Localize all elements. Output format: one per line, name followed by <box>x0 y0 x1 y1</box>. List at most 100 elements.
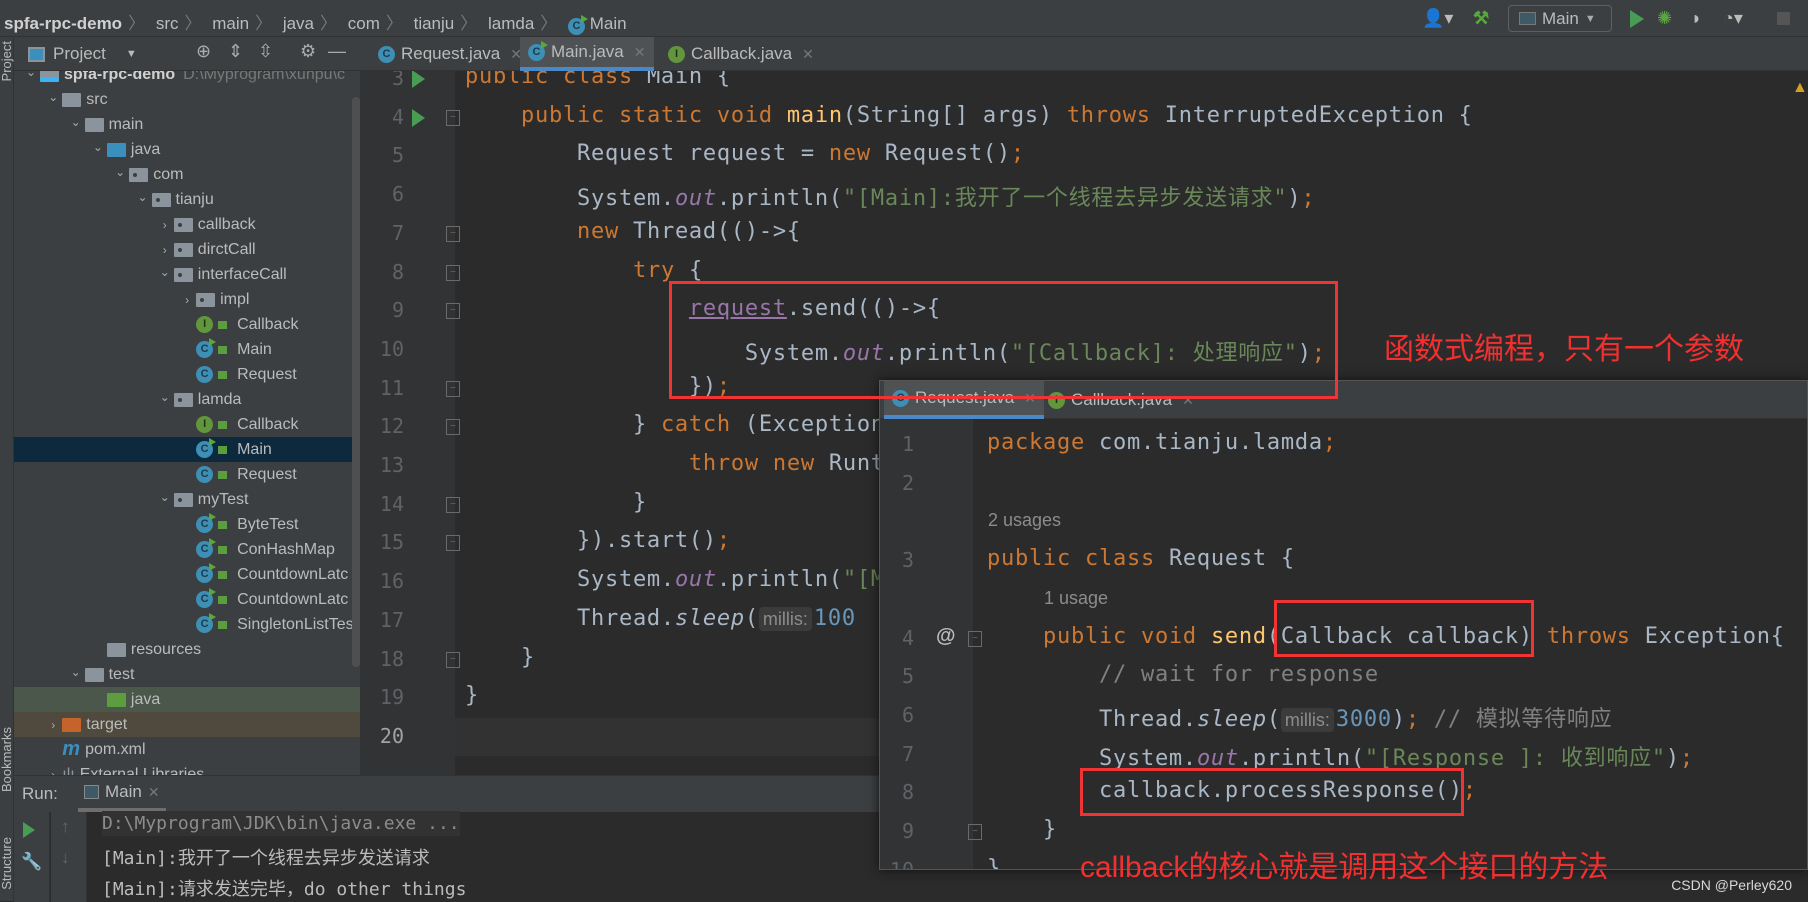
tree-item[interactable]: › dirctCall <box>14 237 360 262</box>
project-view-selector[interactable]: Project ▼ <box>28 44 137 64</box>
gear-icon[interactable]: ⚙ <box>300 41 316 62</box>
build-hammer-icon[interactable]: ⚒ <box>1473 8 1489 29</box>
fold-icon[interactable]: − <box>446 225 460 242</box>
chevron-right-icon[interactable]: › <box>156 218 174 232</box>
tree-item[interactable]: ⌄ main <box>14 112 360 137</box>
usages-hint[interactable]: 1 usage <box>1044 588 1108 609</box>
chevron-right-icon[interactable]: › <box>44 768 62 776</box>
fold-icon[interactable]: − <box>968 824 982 840</box>
editor-tab[interactable]: I Callback.java ✕ <box>660 37 822 71</box>
chevron-down-icon[interactable]: ⌄ <box>156 390 174 404</box>
chevron-right-icon[interactable]: › <box>156 243 174 257</box>
warning-icon[interactable]: ▲ <box>1792 79 1808 97</box>
tree-item[interactable]: C CountdownLatc <box>14 562 360 587</box>
tree-item[interactable]: ⌄ myTest <box>14 487 360 512</box>
tree-item[interactable]: m pom.xml <box>14 737 360 762</box>
project-scrollbar[interactable] <box>352 97 360 667</box>
tree-item[interactable]: › target <box>14 712 360 737</box>
tree-item[interactable]: ⌄ spfa-rpc-demo D:\Myprogram\xunpu\c <box>14 71 360 87</box>
breadcrumb-item[interactable]: tianju <box>414 14 455 33</box>
fold-icon[interactable]: − <box>446 496 460 513</box>
tree-item[interactable]: C Main <box>14 437 360 462</box>
close-icon[interactable]: ✕ <box>802 46 814 63</box>
fold-icon[interactable]: − <box>446 109 460 126</box>
breadcrumb-item[interactable]: src <box>156 14 179 33</box>
tree-item[interactable]: C ConHashMap <box>14 537 360 562</box>
collapse-all-icon[interactable]: ⇳ <box>258 41 273 62</box>
project-tool-button[interactable]: Project <box>0 41 14 81</box>
tree-item[interactable]: ⌄ test <box>14 662 360 687</box>
fold-icon[interactable]: − <box>446 419 460 436</box>
chevron-down-icon[interactable]: ⌄ <box>22 71 40 79</box>
fold-icon[interactable]: − <box>446 264 460 281</box>
fold-icon[interactable]: − <box>446 303 460 320</box>
run-icon[interactable] <box>1630 10 1644 28</box>
tree-item[interactable]: C SingletonListTes <box>14 612 360 637</box>
arrow-up-icon[interactable]: ↑ <box>61 817 70 837</box>
fold-icon[interactable]: − <box>446 380 460 397</box>
breadcrumb-item[interactable]: lamda <box>488 14 534 33</box>
chevron-down-icon[interactable]: ⌄ <box>111 165 129 179</box>
close-icon[interactable]: ✕ <box>148 784 160 801</box>
breadcrumb-project[interactable]: spfa-rpc-demo <box>4 14 122 33</box>
tree-item[interactable]: ⌄ java <box>14 137 360 162</box>
usages-hint[interactable]: 2 usages <box>988 510 1061 531</box>
locate-icon[interactable]: ⊕ <box>196 41 211 62</box>
fold-icon[interactable]: − <box>968 630 982 647</box>
wrench-icon[interactable]: 🔧 <box>21 852 42 872</box>
structure-tool-button[interactable]: Structure <box>0 837 14 890</box>
tree-item[interactable]: ⌄ interfaceCall <box>14 262 360 287</box>
rerun-icon[interactable] <box>23 822 35 838</box>
tree-item[interactable]: I Callback <box>14 412 360 437</box>
tree-item[interactable]: › callback <box>14 212 360 237</box>
chevron-down-icon[interactable]: ⌄ <box>44 90 62 104</box>
debug-icon[interactable]: ✺ <box>1657 8 1672 29</box>
chevron-down-icon[interactable]: ⌄ <box>156 490 174 504</box>
navigation-bar: spfa-rpc-demo 〉 src 〉 main 〉 java 〉 com 〉 tia… <box>0 0 1808 37</box>
run-config-select[interactable]: Main ▼ <box>1508 5 1612 32</box>
chevron-right-icon[interactable]: › <box>44 718 62 732</box>
chevron-down-icon[interactable]: ⌄ <box>156 265 174 279</box>
hide-icon[interactable]: — <box>328 41 346 62</box>
fold-icon[interactable]: − <box>446 651 460 668</box>
close-icon[interactable]: ✕ <box>634 44 646 61</box>
tree-item[interactable]: C CountdownLatc <box>14 587 360 612</box>
tree-item[interactable]: › ılı External Libraries <box>14 762 360 776</box>
chevron-down-icon[interactable]: ⌄ <box>89 140 107 154</box>
chevron-down-icon[interactable]: ⌄ <box>67 115 85 129</box>
editor-tab[interactable]: C Request.java ✕ <box>370 37 530 71</box>
stop-icon[interactable] <box>1777 12 1790 25</box>
breadcrumb-item[interactable]: com <box>348 14 380 33</box>
breadcrumb-item[interactable]: java <box>283 14 314 33</box>
breadcrumb-item[interactable]: Main <box>590 14 627 33</box>
arrow-down-icon[interactable]: ↓ <box>61 848 70 868</box>
override-gutter-icon[interactable]: @ <box>936 625 956 648</box>
editor-tab[interactable]: C Main.java ✕ <box>520 37 654 71</box>
chevron-down-icon[interactable]: ⌄ <box>134 190 152 204</box>
chevron-down-icon[interactable]: ⌄ <box>67 665 85 679</box>
breadcrumb-item[interactable]: main <box>212 14 249 33</box>
tree-item[interactable]: C Request <box>14 362 360 387</box>
coverage-icon[interactable]: ◗ <box>1691 8 1702 29</box>
profile-icon[interactable]: ◔▾ <box>1723 8 1743 29</box>
run-tab-main[interactable]: Main ✕ <box>78 776 166 812</box>
run-gutter-icon[interactable] <box>412 71 425 88</box>
expand-all-icon[interactable]: ⇕ <box>228 41 243 62</box>
tree-item[interactable]: C Request <box>14 462 360 487</box>
tree-item[interactable]: java <box>14 687 360 712</box>
class-icon: C <box>196 538 217 558</box>
tree-item[interactable]: ⌄ lamda <box>14 387 360 412</box>
user-icon[interactable]: 👤▾ <box>1422 8 1453 29</box>
tree-item[interactable]: I Callback <box>14 312 360 337</box>
fold-icon[interactable]: − <box>446 535 460 552</box>
tree-item[interactable]: ⌄ com <box>14 162 360 187</box>
tree-item[interactable]: ⌄ src <box>14 87 360 112</box>
tree-item[interactable]: C Main <box>14 337 360 362</box>
tree-item[interactable]: › impl <box>14 287 360 312</box>
tree-item[interactable]: C ByteTest <box>14 512 360 537</box>
run-gutter-icon[interactable] <box>412 108 425 127</box>
tree-item[interactable]: resources <box>14 637 360 662</box>
chevron-right-icon[interactable]: › <box>178 293 196 307</box>
bookmarks-tool-button[interactable]: Bookmarks <box>0 727 14 792</box>
tree-item[interactable]: ⌄ tianju <box>14 187 360 212</box>
